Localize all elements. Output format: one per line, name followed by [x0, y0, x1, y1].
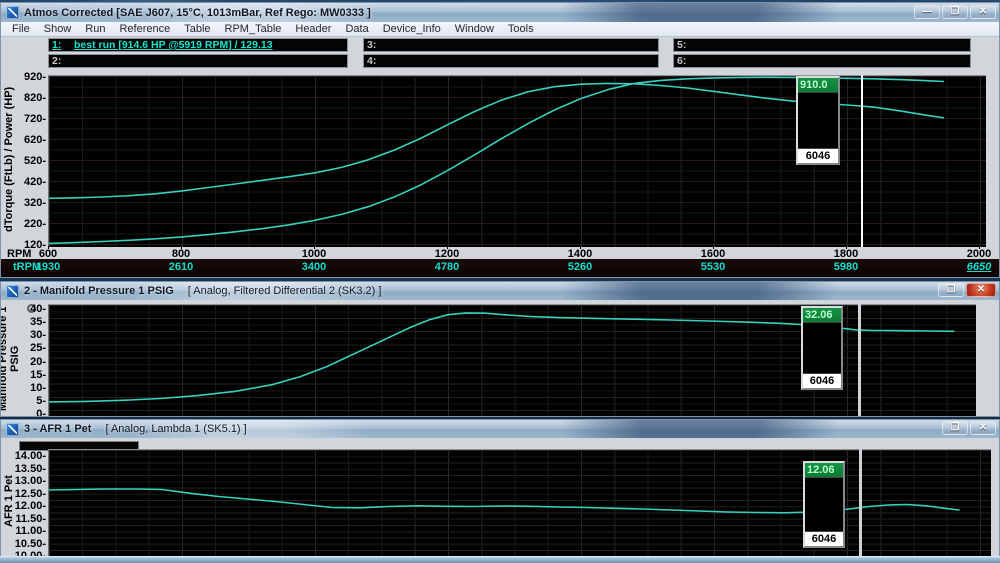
maximize-button[interactable]: ❐ — [938, 283, 964, 297]
trpm-value: 5980 — [834, 261, 858, 273]
dyno-main-window: Atmos Corrected [SAE J607, 15°C, 1013mBa… — [0, 2, 1000, 278]
cursor-value: 910.0 — [798, 78, 838, 93]
close-button[interactable]: ✕ — [970, 421, 996, 435]
y-tick-label: 11.00- — [1, 525, 46, 537]
menu-item-device_info[interactable]: Device_Info — [376, 23, 448, 35]
menu-item-data[interactable]: Data — [338, 23, 375, 35]
close-button[interactable]: ✕ — [966, 283, 996, 297]
plot-area-3[interactable] — [48, 449, 991, 557]
y-tick-label: 5- — [1, 395, 46, 407]
close-button[interactable]: ✕ — [970, 5, 996, 19]
trpm-strip: tRPM19302610340047805260553059806650 — [1, 259, 999, 277]
app-icon — [6, 6, 19, 19]
y-tick-label: 820- — [1, 92, 46, 104]
y-tick-label: 420- — [1, 176, 46, 188]
menu-bar: FileShowRunReferenceTableRPM_TableHeader… — [1, 22, 999, 37]
window-subtitle: [ Analog, Filtered Differential 2 (SK3.2… — [188, 285, 382, 297]
title-bar: 3 - AFR 1 Pet [ Analog, Lambda 1 (SK5.1)… — [1, 420, 999, 438]
run-number: 5: — [674, 39, 699, 51]
menu-item-rpm_table[interactable]: RPM_Table — [218, 23, 289, 35]
trpm-value: 1930 — [36, 261, 60, 273]
run-number: 3: — [364, 39, 389, 51]
y-tick-label: 720- — [1, 113, 46, 125]
y-tick-label: 12.50- — [1, 488, 46, 500]
menu-item-tools[interactable]: Tools — [501, 23, 541, 35]
window-icon — [6, 423, 19, 436]
cursor-value-box[interactable]: 12.06 6046 — [803, 461, 845, 548]
run-label-6[interactable]: 6: — [673, 54, 971, 68]
menu-item-window[interactable]: Window — [448, 23, 501, 35]
y-tick-label: 10.50- — [1, 538, 46, 550]
run-label-4[interactable]: 4: — [363, 54, 659, 68]
y-tick-label: 40- — [1, 303, 46, 315]
cursor-trpm: 6046 — [798, 148, 838, 163]
y-tick-label: 11.50- — [1, 513, 46, 525]
afr-window: 3 - AFR 1 Pet [ Analog, Lambda 1 (SK5.1)… — [0, 419, 1000, 563]
y-tick-label: 13.50- — [1, 463, 46, 475]
trpm-value: 3400 — [302, 261, 326, 273]
y-tick-label: 13.00- — [1, 475, 46, 487]
run-label-5[interactable]: 5: — [673, 38, 971, 52]
y-tick-label: 920- — [1, 71, 46, 83]
cursor-line[interactable] — [858, 304, 861, 416]
title-bar: 2 - Manifold Pressure 1 PSIG [ Analog, F… — [1, 282, 999, 300]
run-number: 2: — [49, 55, 74, 67]
y-tick-label: 10- — [1, 382, 46, 394]
run-number: 1: — [49, 39, 74, 51]
trpm-value: 5260 — [568, 261, 592, 273]
menu-item-file[interactable]: File — [5, 23, 37, 35]
menu-item-reference[interactable]: Reference — [112, 23, 177, 35]
minimize-button[interactable]: — — [914, 5, 940, 19]
maximize-button[interactable]: ❐ — [942, 5, 968, 19]
run-label-1[interactable]: 1:best run [914.6 HP @5919 RPM] / 129.13 — [48, 38, 348, 52]
cursor-value-box[interactable]: 910.0 6046 — [796, 76, 840, 165]
trpm-value: 6650 — [967, 261, 991, 273]
y-tick-label: 14.00- — [1, 450, 46, 462]
y-tick-label: 25- — [1, 342, 46, 354]
window-icon — [6, 285, 19, 298]
run-number: 6: — [674, 55, 699, 67]
plot-area-1[interactable] — [48, 75, 986, 247]
menu-item-header[interactable]: Header — [288, 23, 338, 35]
y-tick-label: 0- — [1, 408, 46, 417]
curves-svg — [49, 450, 992, 558]
maximize-button[interactable]: ❐ — [942, 421, 968, 435]
menu-item-run[interactable]: Run — [78, 23, 112, 35]
y-tick-label: 15- — [1, 369, 46, 381]
y-tick-label: 320- — [1, 197, 46, 209]
y-tick-label: 220- — [1, 218, 46, 230]
cursor-trpm: 6046 — [803, 373, 841, 388]
y-tick-label: 20- — [1, 356, 46, 368]
y-tick-label: 30- — [1, 329, 46, 341]
run-label-2[interactable]: 2: — [48, 54, 348, 68]
trpm-value: 5530 — [701, 261, 725, 273]
cursor-value: 32.06 — [803, 308, 841, 323]
menu-item-table[interactable]: Table — [177, 23, 217, 35]
title-bar: Atmos Corrected [SAE J607, 15°C, 1013mBa… — [1, 3, 999, 22]
cursor-trpm: 6046 — [805, 531, 843, 546]
run-description: best run [914.6 HP @5919 RPM] / 129.13 — [74, 39, 273, 51]
y-tick-label: 35- — [1, 316, 46, 328]
window-title: 2 - Manifold Pressure 1 PSIG — [24, 285, 174, 297]
y-tick-label: 12.00- — [1, 500, 46, 512]
y-tick-label: 520- — [1, 155, 46, 167]
bottom-window-border — [0, 556, 1000, 563]
curves-svg — [49, 76, 987, 248]
cursor-value: 12.06 — [805, 463, 843, 478]
window-subtitle: [ Analog, Lambda 1 (SK5.1) ] — [105, 423, 246, 435]
window-title: 3 - AFR 1 Pet — [24, 423, 91, 435]
run-label-3[interactable]: 3: — [363, 38, 659, 52]
y-tick-label: 620- — [1, 134, 46, 146]
manifold-pressure-window: 2 - Manifold Pressure 1 PSIG [ Analog, F… — [0, 281, 1000, 417]
trpm-value: 2610 — [169, 261, 193, 273]
menu-item-show[interactable]: Show — [37, 23, 79, 35]
run-number: 4: — [364, 55, 389, 67]
window-title: Atmos Corrected [SAE J607, 15°C, 1013mBa… — [24, 7, 371, 19]
cursor-value-box[interactable]: 32.06 6046 — [801, 306, 843, 390]
trpm-value: 4780 — [435, 261, 459, 273]
cursor-line[interactable] — [861, 75, 863, 247]
cursor-line[interactable] — [859, 449, 862, 557]
